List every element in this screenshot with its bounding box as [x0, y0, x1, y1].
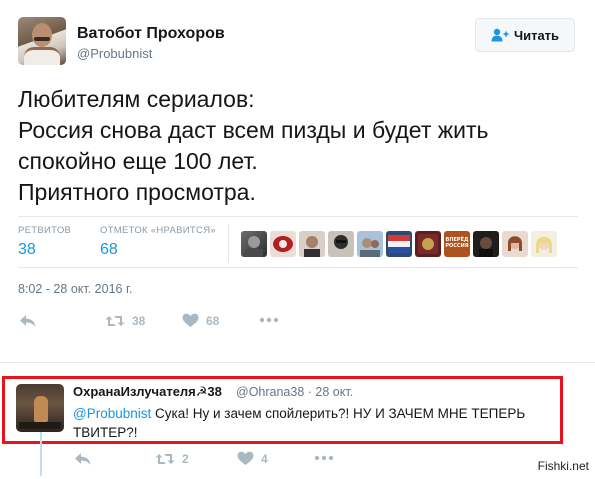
- liker-7-icon: [418, 234, 438, 254]
- retweets-label: РЕТВИТОВ: [18, 225, 72, 236]
- retweets-stat[interactable]: РЕТВИТОВ 38: [18, 225, 71, 259]
- follow-button-label: Читать: [513, 27, 560, 43]
- retweet-count: 38: [132, 314, 146, 328]
- likes-stat[interactable]: ОТМЕТОК «НРАВИТСЯ» 68: [100, 225, 216, 259]
- reply-author-name[interactable]: ОхранаИзлучателя☭38: [73, 384, 222, 400]
- reply-author-handle[interactable]: @Ohrana38: [236, 385, 304, 399]
- stats-separator: [228, 224, 229, 262]
- liker-avatar-2[interactable]: [270, 231, 296, 257]
- retweets-value: 38: [18, 241, 36, 258]
- liker-avatar-5[interactable]: [357, 231, 383, 257]
- liker-9-icon: [479, 237, 493, 257]
- more-button[interactable]: [259, 316, 279, 324]
- author-handle[interactable]: @Probubnist: [77, 46, 152, 61]
- liker-avatar-4[interactable]: [328, 231, 354, 257]
- liker-avatar-1[interactable]: [241, 231, 267, 257]
- like-button[interactable]: 68: [182, 313, 219, 328]
- retweet-icon: [105, 316, 125, 326]
- watermark: Fishki.net: [537, 459, 589, 473]
- reply-mention[interactable]: @Probubnist: [73, 406, 151, 421]
- reply-more-button[interactable]: [314, 454, 334, 462]
- follow-person-icon: [491, 28, 509, 42]
- reply-retweet-button[interactable]: 2: [155, 451, 189, 467]
- reply-icon: [75, 453, 91, 465]
- tweet-reply-divider: [0, 362, 595, 363]
- retweet-button[interactable]: 38: [105, 313, 145, 329]
- reply-avatar-figure: [34, 396, 48, 422]
- reply-like-count: 4: [261, 451, 268, 466]
- liker-2-icon: [273, 236, 293, 252]
- likes-label: ОТМЕТОК «НРАВИТСЯ»: [100, 225, 216, 236]
- liker-8-badge: ВПЕРЁД РОССИЯ: [445, 237, 469, 249]
- liker-avatar-8[interactable]: ВПЕРЁД РОССИЯ: [444, 231, 470, 257]
- liker-11-icon: [536, 236, 552, 253]
- author-avatar[interactable]: [18, 17, 66, 65]
- liker-avatar-7[interactable]: [415, 231, 441, 257]
- thread-line: [40, 432, 42, 476]
- liker-1-icon: [245, 236, 263, 257]
- liker-avatar-10[interactable]: [502, 231, 528, 257]
- liker-avatar-6[interactable]: [386, 231, 412, 257]
- tweet-text: Любителям сериалов: Россия снова даст вс…: [18, 86, 489, 205]
- reply-date[interactable]: 28 окт.: [315, 385, 353, 399]
- reply-text: @Probubnist Сука! Ну и зачем спойлерить?…: [73, 404, 553, 442]
- stats-bottom-divider: [18, 267, 578, 268]
- tweet-timestamp[interactable]: 8:02 - 28 окт. 2016 г.: [18, 282, 132, 296]
- likes-value: 68: [100, 241, 118, 258]
- reply-avatar-caption-bar: [19, 422, 61, 429]
- author-name[interactable]: Ватобот Прохоров: [77, 25, 225, 43]
- liker-avatar-3[interactable]: [299, 231, 325, 257]
- stats-top-divider: [18, 216, 578, 217]
- liker-5-icon: [360, 238, 380, 257]
- liker-10-icon: [508, 236, 522, 251]
- liker-3-icon: [304, 236, 320, 257]
- retweet-icon: [155, 454, 175, 464]
- reply-icon: [20, 315, 36, 327]
- reply-author-avatar[interactable]: [16, 384, 64, 432]
- likers-row: ВПЕРЁД РОССИЯ: [241, 231, 557, 257]
- heart-icon: [237, 451, 254, 465]
- liker-4-icon: [334, 235, 348, 249]
- reply-retweet-count: 2: [182, 452, 189, 466]
- avatar-shirt: [24, 47, 60, 65]
- reply-like-button[interactable]: 4: [237, 451, 268, 466]
- like-count: 68: [206, 313, 220, 328]
- liker-6-icon: [388, 235, 410, 253]
- more-dots-icon: [259, 317, 279, 323]
- heart-icon: [182, 313, 199, 327]
- more-dots-icon: [314, 455, 334, 461]
- reply-reply-button[interactable]: [74, 451, 92, 467]
- reply-handle-date: @Ohrana38 · 28 окт.: [236, 385, 353, 399]
- avatar-mustache: [34, 37, 50, 41]
- reply-button[interactable]: [19, 313, 37, 329]
- liker-avatar-9[interactable]: [473, 231, 499, 257]
- follow-button[interactable]: Читать: [475, 18, 575, 52]
- avatar-face: [32, 23, 52, 47]
- liker-avatar-11[interactable]: [531, 231, 557, 257]
